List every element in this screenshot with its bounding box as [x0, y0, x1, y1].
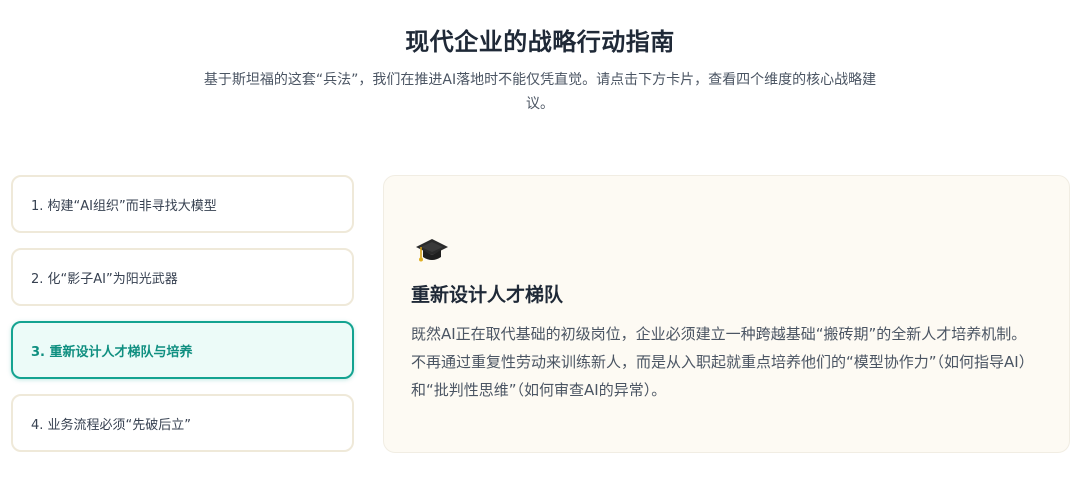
tab-label: 2. 化“影子AI”为阳光武器: [31, 271, 178, 287]
tab-label: 3. 重新设计人才梯队与培养: [31, 344, 193, 360]
strategy-tab-list: 1. 构建“AI组织”而非寻找大模型 2. 化“影子AI”为阳光武器 3. 重新…: [11, 175, 354, 467]
strategy-guide-page: 现代企业的战略行动指南 基于斯坦福的这套“兵法”，我们在推进AI落地时不能仅凭直…: [0, 0, 1080, 484]
page-header: 现代企业的战略行动指南 基于斯坦福的这套“兵法”，我们在推进AI落地时不能仅凭直…: [0, 22, 1080, 116]
tab-label: 1. 构建“AI组织”而非寻找大模型: [31, 198, 217, 214]
page-title: 现代企业的战略行动指南: [405, 28, 675, 56]
panel-title: 重新设计人才梯队: [411, 284, 564, 306]
tab-talent-pipeline[interactable]: 3. 重新设计人才梯队与培养: [11, 321, 354, 379]
strategy-detail-panel: 重新设计人才梯队 既然AI正在取代基础的初级岗位，企业必须建立一种跨越基础“搬砖…: [383, 175, 1070, 453]
tab-business-process[interactable]: 4. 业务流程必须“先破后立”: [11, 394, 354, 452]
graduation-cap-icon: [416, 239, 448, 262]
page-subtitle: 基于斯坦福的这套“兵法”，我们在推进AI落地时不能仅凭直觉。请点击下方卡片，查看…: [203, 72, 877, 112]
panel-body: 既然AI正在取代基础的初级岗位，企业必须建立一种跨越基础“搬砖期”的全新人才培养…: [411, 325, 1034, 399]
tab-shadow-ai[interactable]: 2. 化“影子AI”为阳光武器: [11, 248, 354, 306]
tab-build-ai-organization[interactable]: 1. 构建“AI组织”而非寻找大模型: [11, 175, 354, 233]
tab-label: 4. 业务流程必须“先破后立”: [31, 417, 192, 433]
